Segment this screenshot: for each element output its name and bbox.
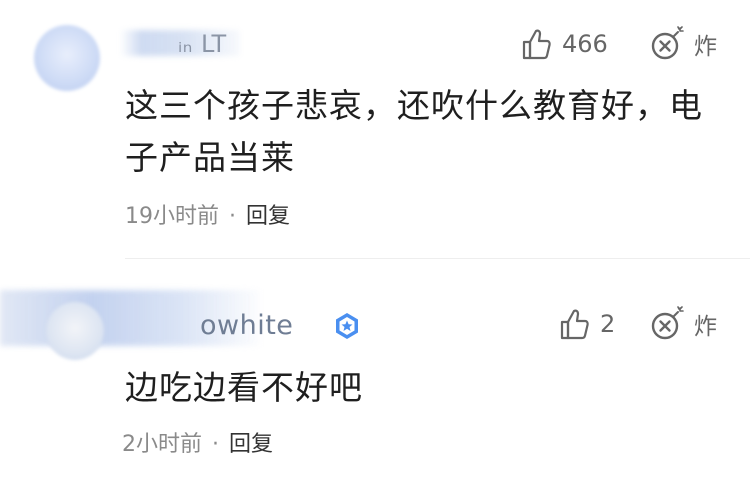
username[interactable]: ᵢₙ LT <box>178 30 227 58</box>
avatar[interactable] <box>46 302 104 360</box>
verified-badge-icon <box>336 313 358 339</box>
comment-meta: 2小时前 · 回复 <box>122 426 273 458</box>
username[interactable]: owhite <box>200 310 293 341</box>
timestamp: 19小时前 <box>125 204 219 229</box>
thumbs-up-icon <box>522 29 551 60</box>
thumbs-up-icon <box>560 309 589 340</box>
like-count: 466 <box>562 30 608 58</box>
comment-text-line: 边吃边看不好吧 <box>125 368 363 407</box>
bomb-label: 炸 <box>694 314 717 340</box>
timestamp: 2小时前 <box>122 432 202 457</box>
comment-meta: 19小时前 · 回复 <box>125 198 290 230</box>
bomb-button[interactable]: 炸 <box>650 306 717 342</box>
comment-text-line: 这三个孩子悲哀，还吹什么教育好，电 <box>125 86 703 125</box>
comment-text-line: 子产品当莱 <box>125 138 295 177</box>
avatar[interactable] <box>34 25 100 91</box>
reply-button[interactable]: 回复 <box>246 204 290 229</box>
comment-text: 这三个孩子悲哀，还吹什么教育好，电 子产品当莱 <box>125 80 725 184</box>
bomb-icon <box>651 306 684 340</box>
comment-item-1: ᵢₙ LT 466 炸 这三个孩子悲哀，还吹什么教育好，电 子产品当莱 19小时… <box>0 0 750 259</box>
bomb-icon <box>651 26 684 60</box>
bomb-button[interactable]: 炸 <box>650 26 717 62</box>
comment-item-2: owhite 2 炸 边吃边看不好吧 2小时前 · 回复 <box>0 262 750 490</box>
divider <box>125 258 750 259</box>
reply-button[interactable]: 回复 <box>229 432 273 457</box>
like-button[interactable]: 466 <box>522 28 608 60</box>
separator-dot: · <box>229 204 236 229</box>
like-count: 2 <box>600 310 616 338</box>
like-button[interactable]: 2 <box>560 308 615 340</box>
comment-text: 边吃边看不好吧 <box>125 362 725 414</box>
separator-dot: · <box>212 432 219 457</box>
bomb-label: 炸 <box>694 34 717 60</box>
